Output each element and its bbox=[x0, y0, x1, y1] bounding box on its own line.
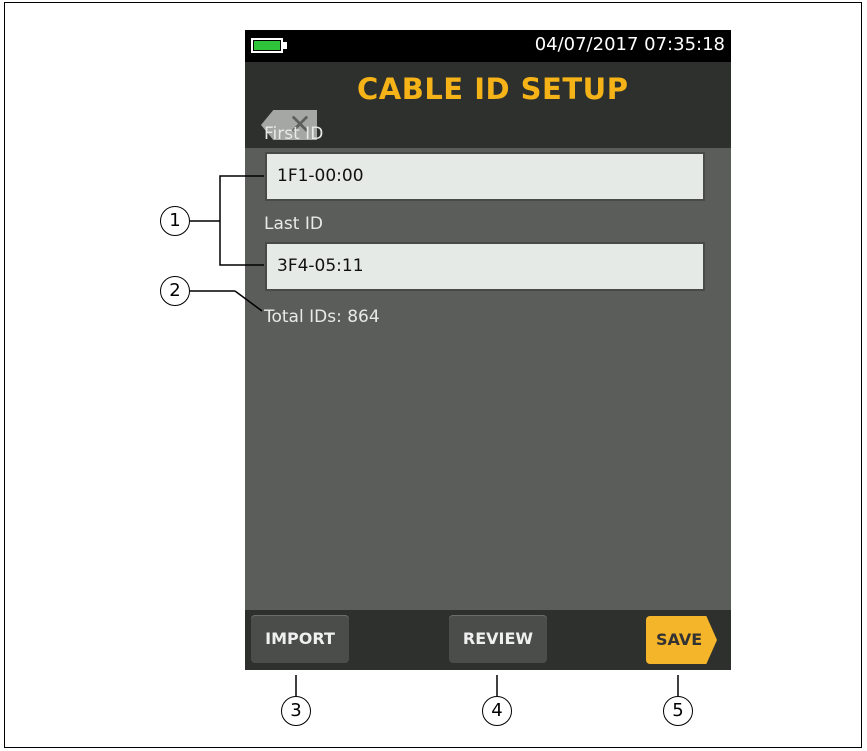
callout-3: 3 bbox=[281, 696, 311, 726]
callout-2: 2 bbox=[160, 276, 190, 306]
callout-1: 1 bbox=[160, 206, 190, 236]
callout-1-bracket bbox=[219, 175, 264, 266]
callout-lines bbox=[190, 175, 679, 696]
callout-4: 4 bbox=[482, 696, 512, 726]
callout-5: 5 bbox=[663, 696, 693, 726]
callout-2-leader-b bbox=[234, 290, 263, 312]
